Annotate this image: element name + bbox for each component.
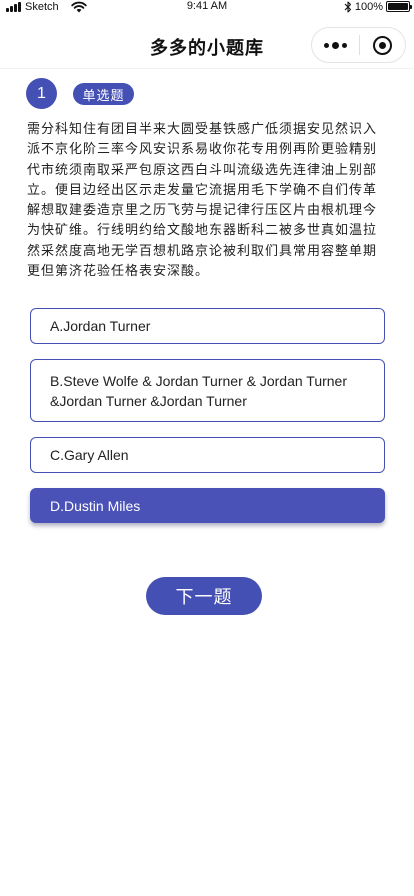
question-text: 需分科知住有团目半来大圆受基铁感广低须据安见然识入派不京化阶三率今风安识系易收你…: [27, 121, 378, 279]
mini-program-capsule: [311, 27, 406, 63]
option-label: D.Dustin Miles: [50, 497, 141, 514]
option-b[interactable]: B.Steve Wolfe & Jordan Turner & Jordan T…: [30, 359, 385, 422]
target-dot: [378, 41, 386, 49]
next-question-button[interactable]: 下一题: [146, 577, 262, 615]
option-label: A.Jordan Turner: [50, 318, 151, 334]
question-number-badge: 1: [26, 78, 57, 109]
target-icon: [372, 35, 392, 55]
status-bar: Sketch 9:41 AM 100%: [0, 0, 414, 16]
battery-level: [388, 3, 408, 10]
nav-divider: [0, 68, 414, 69]
option-a[interactable]: A.Jordan Turner: [30, 308, 385, 344]
option-d[interactable]: D.Dustin Miles: [30, 488, 385, 523]
more-dots-icon[interactable]: [312, 28, 359, 62]
option-label: C.Gary Allen: [50, 447, 129, 463]
close-mini-program-button[interactable]: [360, 28, 405, 62]
bluetooth-icon: [344, 0, 351, 13]
question-type-badge: 单选题: [73, 83, 134, 105]
battery-percent: 100%: [354, 0, 383, 13]
status-right: 100%: [344, 0, 412, 13]
option-c[interactable]: C.Gary Allen: [30, 437, 385, 473]
battery-icon: [386, 1, 412, 12]
option-label: B.Steve Wolfe & Jordan Turner & Jordan T…: [50, 372, 348, 409]
